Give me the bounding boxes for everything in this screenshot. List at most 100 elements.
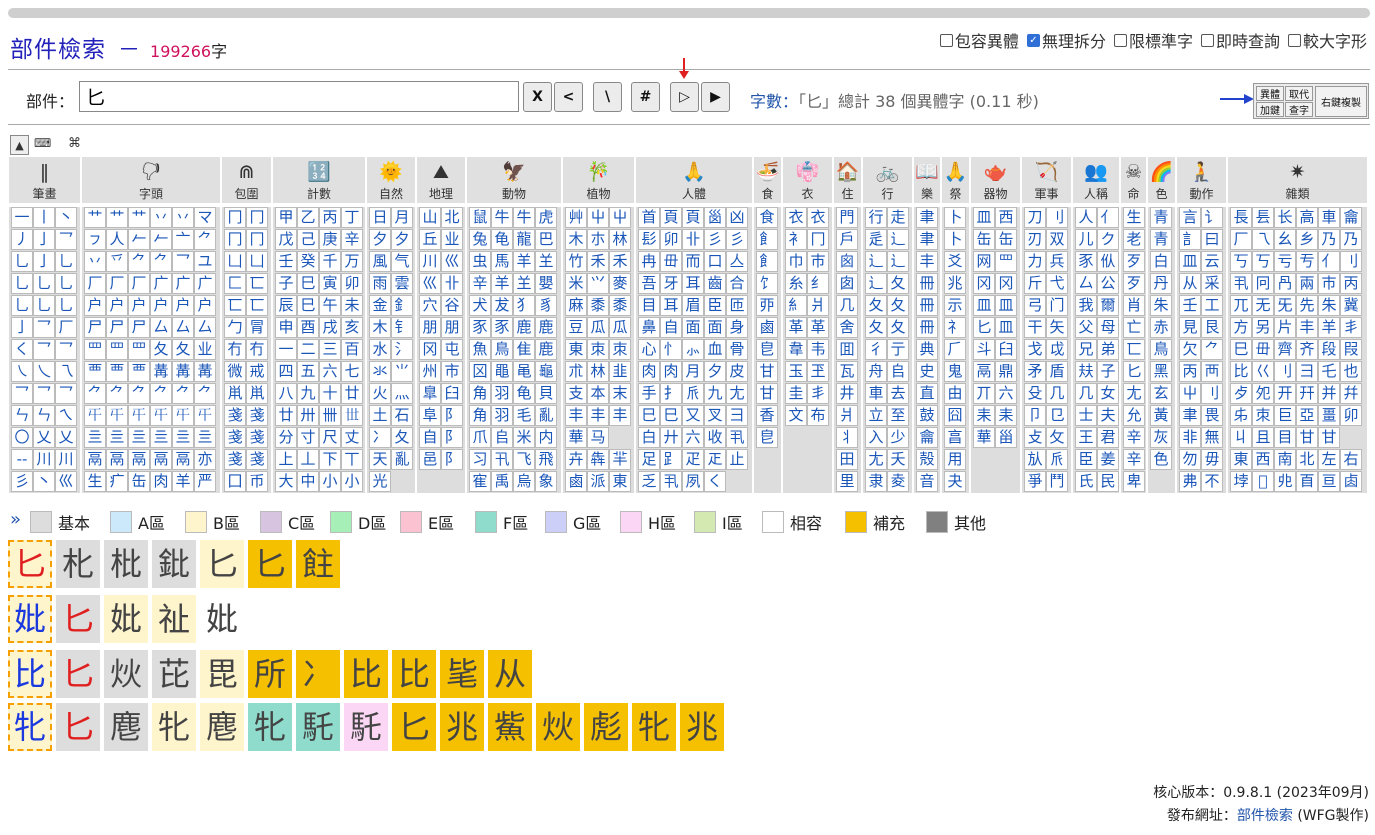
result-char[interactable]: 妣 <box>8 595 52 643</box>
component-cell[interactable]: 𠀍 <box>341 405 363 426</box>
result-char[interactable]: 匕 <box>248 540 292 588</box>
component-cell[interactable]: 丬 <box>836 427 858 448</box>
component-cell[interactable]: 儿 <box>1075 229 1097 250</box>
result-char[interactable]: 兆 <box>680 703 724 751</box>
component-cell[interactable]: 夫 <box>1097 405 1119 426</box>
component-cell[interactable]: 匸 <box>246 273 268 294</box>
component-cell[interactable]: 辛 <box>1123 449 1145 470</box>
component-cell[interactable]: 黃 <box>1150 405 1172 426</box>
component-cell[interactable]: 目 <box>1274 427 1296 448</box>
component-cell[interactable]: 丰 <box>609 405 631 426</box>
component-cell[interactable]: 𠧪 <box>1340 471 1362 492</box>
component-cell[interactable]: 生 <box>1123 207 1145 228</box>
component-cell[interactable]: 飞 <box>513 449 535 470</box>
component-cell[interactable]: 乃 <box>1318 229 1340 250</box>
component-cell[interactable]: 牛 <box>491 207 513 228</box>
result-char[interactable]: 祉 <box>152 595 196 643</box>
component-cell[interactable]: 夗 <box>1252 383 1274 404</box>
component-cell[interactable]: 朱 <box>1318 295 1340 316</box>
option-3[interactable]: 即時查詢 <box>1200 28 1280 52</box>
component-cell[interactable]: 鹿 <box>513 317 535 338</box>
component-cell[interactable]: 户 <box>128 295 150 316</box>
component-cell[interactable]: 覀 <box>128 361 150 382</box>
component-cell[interactable]: 齐 <box>1296 339 1318 360</box>
component-cell[interactable]: 乛 <box>11 383 33 404</box>
component-cell[interactable]: 虎 <box>535 207 557 228</box>
component-cell[interactable]: 饣 <box>756 273 778 294</box>
component-cell[interactable]: 卩 <box>1024 405 1046 426</box>
component-cell[interactable]: 卜 <box>944 207 966 228</box>
component-cell[interactable]: 匝 <box>726 295 748 316</box>
result-char[interactable]: 牝 <box>632 703 676 751</box>
component-cell[interactable]: 微 <box>224 361 246 382</box>
component-cell[interactable]: 足 <box>638 449 660 470</box>
component-cell[interactable]: 力 <box>1024 251 1046 272</box>
component-cell[interactable]: 巿 <box>807 251 829 272</box>
component-cell[interactable]: 彐 <box>1296 361 1318 382</box>
component-cell[interactable]: 𠂉 <box>128 229 150 250</box>
component-cell[interactable]: 亠 <box>172 229 194 250</box>
component-cell[interactable]: 巛 <box>441 251 463 272</box>
component-cell[interactable]: 東 <box>1230 449 1252 470</box>
component-cell[interactable]: 肉 <box>660 361 682 382</box>
component-cell[interactable]: 犭 <box>513 295 535 316</box>
component-cell[interactable]: 叚 <box>1340 339 1362 360</box>
component-cell[interactable]: 兵 <box>1046 251 1068 272</box>
result-char[interactable]: 芘 <box>152 650 196 698</box>
component-cell[interactable]: 冉 <box>638 251 660 272</box>
result-char[interactable]: 冫 <box>296 650 340 698</box>
component-cell[interactable]: 丰 <box>1296 317 1318 338</box>
component-cell[interactable]: 阜 <box>419 405 441 426</box>
component-cell[interactable]: 且 <box>1252 427 1274 448</box>
component-cell[interactable]: 麻 <box>565 295 587 316</box>
component-cell[interactable]: 爻 <box>944 251 966 272</box>
component-cell[interactable]: 直 <box>916 383 938 404</box>
result-char[interactable]: 鮆 <box>488 703 532 751</box>
component-cell[interactable]: 乛 <box>172 251 194 272</box>
component-cell[interactable]: 勿 <box>1179 449 1201 470</box>
component-cell[interactable]: 鬲 <box>128 449 150 470</box>
component-cell[interactable]: 黍 <box>609 295 631 316</box>
component-cell[interactable]: 厶 <box>172 317 194 338</box>
component-cell[interactable]: 瓜 <box>609 317 631 338</box>
component-cell[interactable]: 乂 <box>33 427 55 448</box>
component-cell[interactable]: 革 <box>807 317 829 338</box>
component-cell[interactable]: 马 <box>587 427 609 448</box>
component-cell[interactable]: 鬲 <box>150 449 172 470</box>
component-cell[interactable]: 犇 <box>587 449 609 470</box>
component-cell[interactable]: 廾 <box>660 427 682 448</box>
component-cell[interactable]: 刃 <box>1024 229 1046 250</box>
component-cell[interactable]: 朮 <box>565 361 587 382</box>
component-cell[interactable]: 十 <box>319 383 341 404</box>
component-cell[interactable]: 𠑹 <box>1274 471 1296 492</box>
component-cell[interactable]: 冓 <box>150 361 172 382</box>
component-cell[interactable]: 訁 <box>1179 229 1201 250</box>
component-cell[interactable]: 刂 <box>1046 207 1068 228</box>
component-cell[interactable]: 𠂤 <box>491 427 513 448</box>
variant-button[interactable]: 異體 <box>1256 86 1284 101</box>
category-17[interactable]: 👥 人稱 <box>1073 157 1121 203</box>
component-cell[interactable]: 壬 <box>1179 295 1201 316</box>
component-cell[interactable]: 丙 <box>1179 361 1201 382</box>
component-cell[interactable]: 夂 <box>172 339 194 360</box>
component-cell[interactable]: 盾 <box>1046 361 1068 382</box>
result-char[interactable]: 从 <box>488 650 532 698</box>
component-cell[interactable]: 乚 <box>33 295 55 316</box>
lookup-button[interactable]: 查字 <box>1285 102 1313 117</box>
component-cell[interactable]: 面 <box>704 317 726 338</box>
component-cell[interactable]: 弓 <box>1024 295 1046 316</box>
component-cell[interactable]: 首 <box>638 207 660 228</box>
component-cell[interactable]: 乚 <box>11 295 33 316</box>
component-cell[interactable]: 本 <box>587 383 609 404</box>
component-cell[interactable]: 厂 <box>55 317 77 338</box>
category-9[interactable]: 🍜 食 <box>754 157 783 203</box>
component-cell[interactable]: 川 <box>33 449 55 470</box>
right-click-copy-button[interactable]: 右鍵複製 <box>1315 86 1367 117</box>
component-cell[interactable]: 羋 <box>609 449 631 470</box>
component-cell[interactable]: 𠂔 <box>1230 405 1252 426</box>
component-cell[interactable]: 人 <box>1075 207 1097 228</box>
option-1[interactable]: ✓ 無理拆分 <box>1026 28 1106 52</box>
component-cell[interactable]: 乚 <box>11 273 33 294</box>
component-cell[interactable]: 己 <box>297 229 319 250</box>
component-cell[interactable]: 牙 <box>660 273 682 294</box>
